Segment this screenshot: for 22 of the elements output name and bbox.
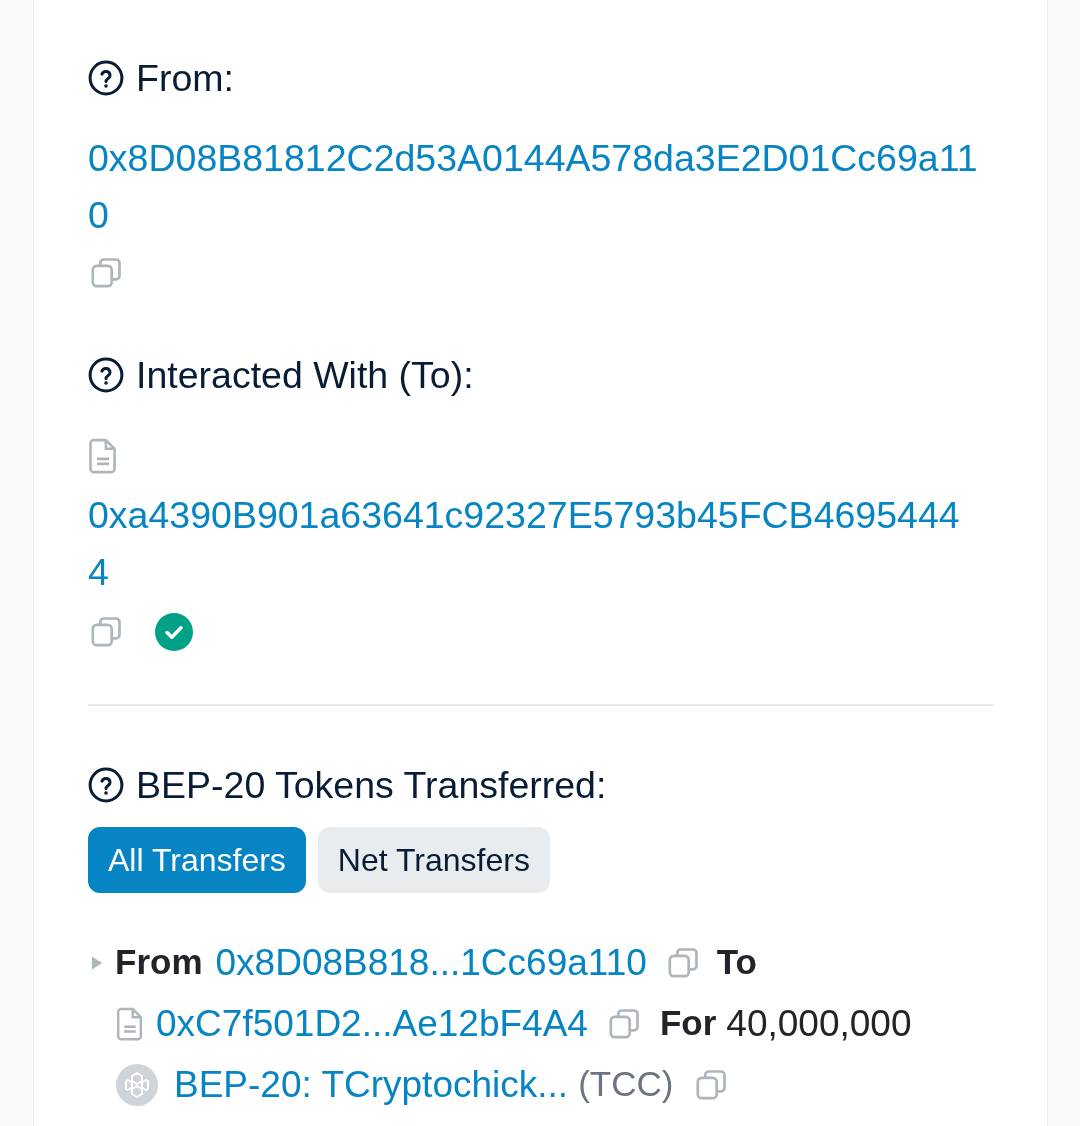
token-amount: 40,000,000 (726, 1001, 912, 1046)
to-label: To (716, 941, 757, 984)
address-link[interactable]: 0x8D08B818...1Cc69a110 (215, 934, 647, 991)
copy-icon[interactable] (88, 255, 124, 291)
field-label: Interacted With (To): (136, 353, 474, 397)
transfer-tab[interactable]: All Transfers (88, 827, 306, 893)
address-link[interactable]: 0xC7f501D2...Ae12bF4A4 (156, 995, 588, 1052)
help-icon[interactable] (88, 357, 124, 393)
coin-icon (116, 1063, 158, 1106)
field-label: From: (136, 56, 234, 100)
address-link[interactable]: 0xa4390B901a63641c92327E5793b45FCB46954444 (88, 487, 980, 601)
help-icon[interactable] (88, 767, 124, 803)
copy-icon[interactable] (88, 614, 124, 650)
from-label: From (115, 941, 203, 984)
token-link[interactable]: BEP-20: TCryptochick... (174, 1056, 569, 1113)
caret-right-icon[interactable] (91, 954, 103, 971)
help-icon[interactable] (88, 60, 124, 96)
address-link[interactable]: 0x8D08B81812C2d53A0144A578da3E2D01Cc69a110 (88, 130, 980, 244)
field-label: BEP-20 Tokens Transferred: (136, 763, 607, 807)
for-label: For (659, 1002, 717, 1045)
transfer-tab[interactable]: Net Transfers (317, 827, 550, 893)
token-symbol: (TCC) (578, 1063, 674, 1106)
